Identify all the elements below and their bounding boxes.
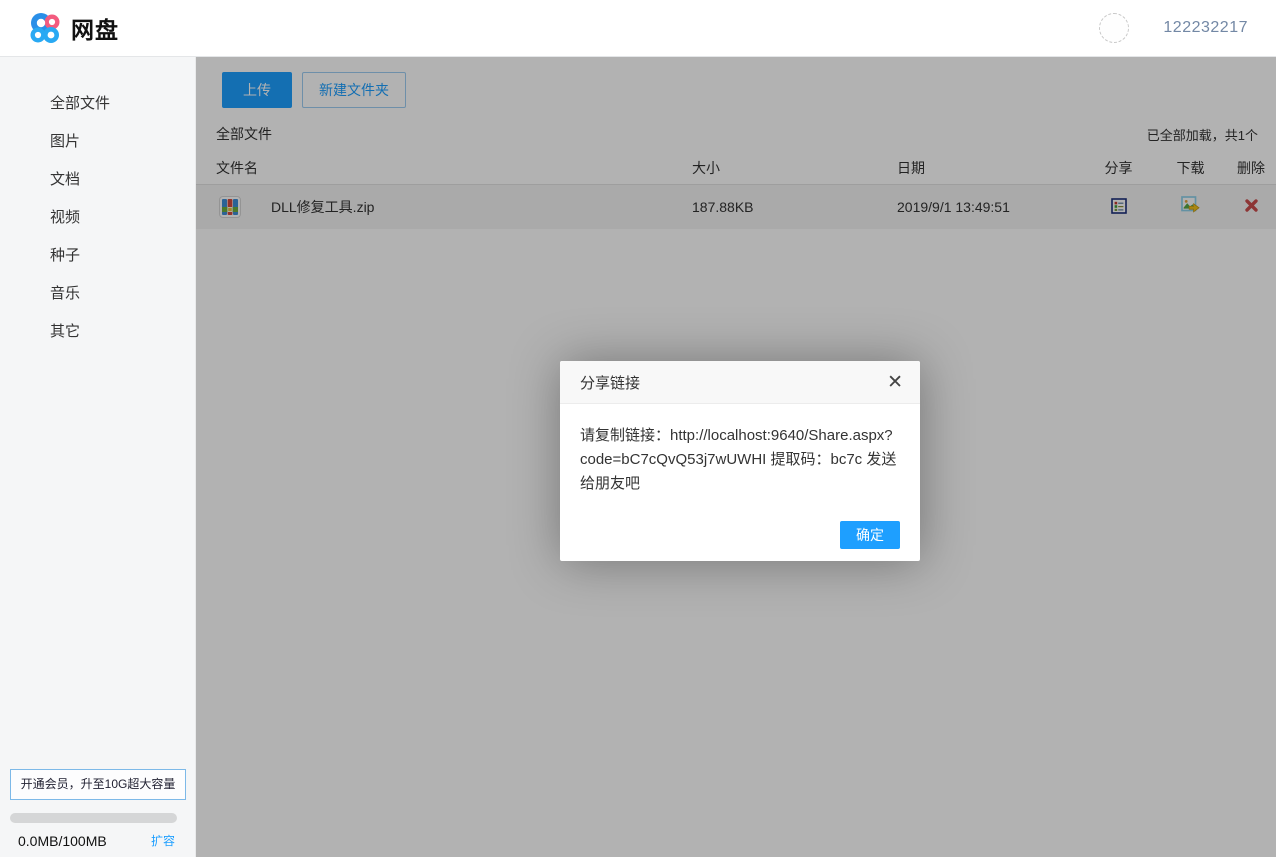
sidebar-item-all-files[interactable]: 全部文件 <box>0 85 195 123</box>
cloud-logo-icon <box>28 12 64 44</box>
vip-upgrade-button[interactable]: 开通会员，升至10G超大容量 <box>10 769 186 800</box>
storage-progress-bar <box>10 813 177 823</box>
sidebar-item-videos[interactable]: 视频 <box>0 199 195 237</box>
brand-logo[interactable]: 网盘 <box>28 11 119 45</box>
user-area: 122232217 <box>1099 13 1248 43</box>
sidebar-item-documents[interactable]: 文档 <box>0 161 195 199</box>
sidebar-item-torrents[interactable]: 种子 <box>0 237 195 275</box>
share-link-text: 请复制链接：http://localhost:9640/Share.aspx?c… <box>560 404 920 496</box>
sidebar-bottom: 开通会员，升至10G超大容量 0.0MB/100MB 扩容 <box>0 769 195 849</box>
storage-usage-text: 0.0MB/100MB <box>18 833 107 849</box>
modal-title: 分享链接 <box>580 372 640 393</box>
sidebar-item-music[interactable]: 音乐 <box>0 275 195 313</box>
sidebar-item-pictures[interactable]: 图片 <box>0 123 195 161</box>
share-link-modal: 分享链接 ✕ 请复制链接：http://localhost:9640/Share… <box>560 361 920 561</box>
avatar[interactable] <box>1099 13 1129 43</box>
app-header: 网盘 122232217 <box>0 0 1276 57</box>
app-title: 网盘 <box>71 11 119 45</box>
sidebar-item-other[interactable]: 其它 <box>0 313 195 351</box>
sidebar-nav: 全部文件 图片 文档 视频 种子 音乐 其它 <box>0 57 195 351</box>
ok-button[interactable]: 确定 <box>840 521 900 549</box>
expand-storage-link[interactable]: 扩容 <box>151 832 175 849</box>
modal-footer: 确定 <box>840 521 900 549</box>
sidebar: 全部文件 图片 文档 视频 种子 音乐 其它 开通会员，升至10G超大容量 0.… <box>0 57 196 857</box>
close-icon[interactable]: ✕ <box>887 373 903 392</box>
username-text: 122232217 <box>1163 19 1248 37</box>
modal-header: 分享链接 ✕ <box>560 361 920 404</box>
